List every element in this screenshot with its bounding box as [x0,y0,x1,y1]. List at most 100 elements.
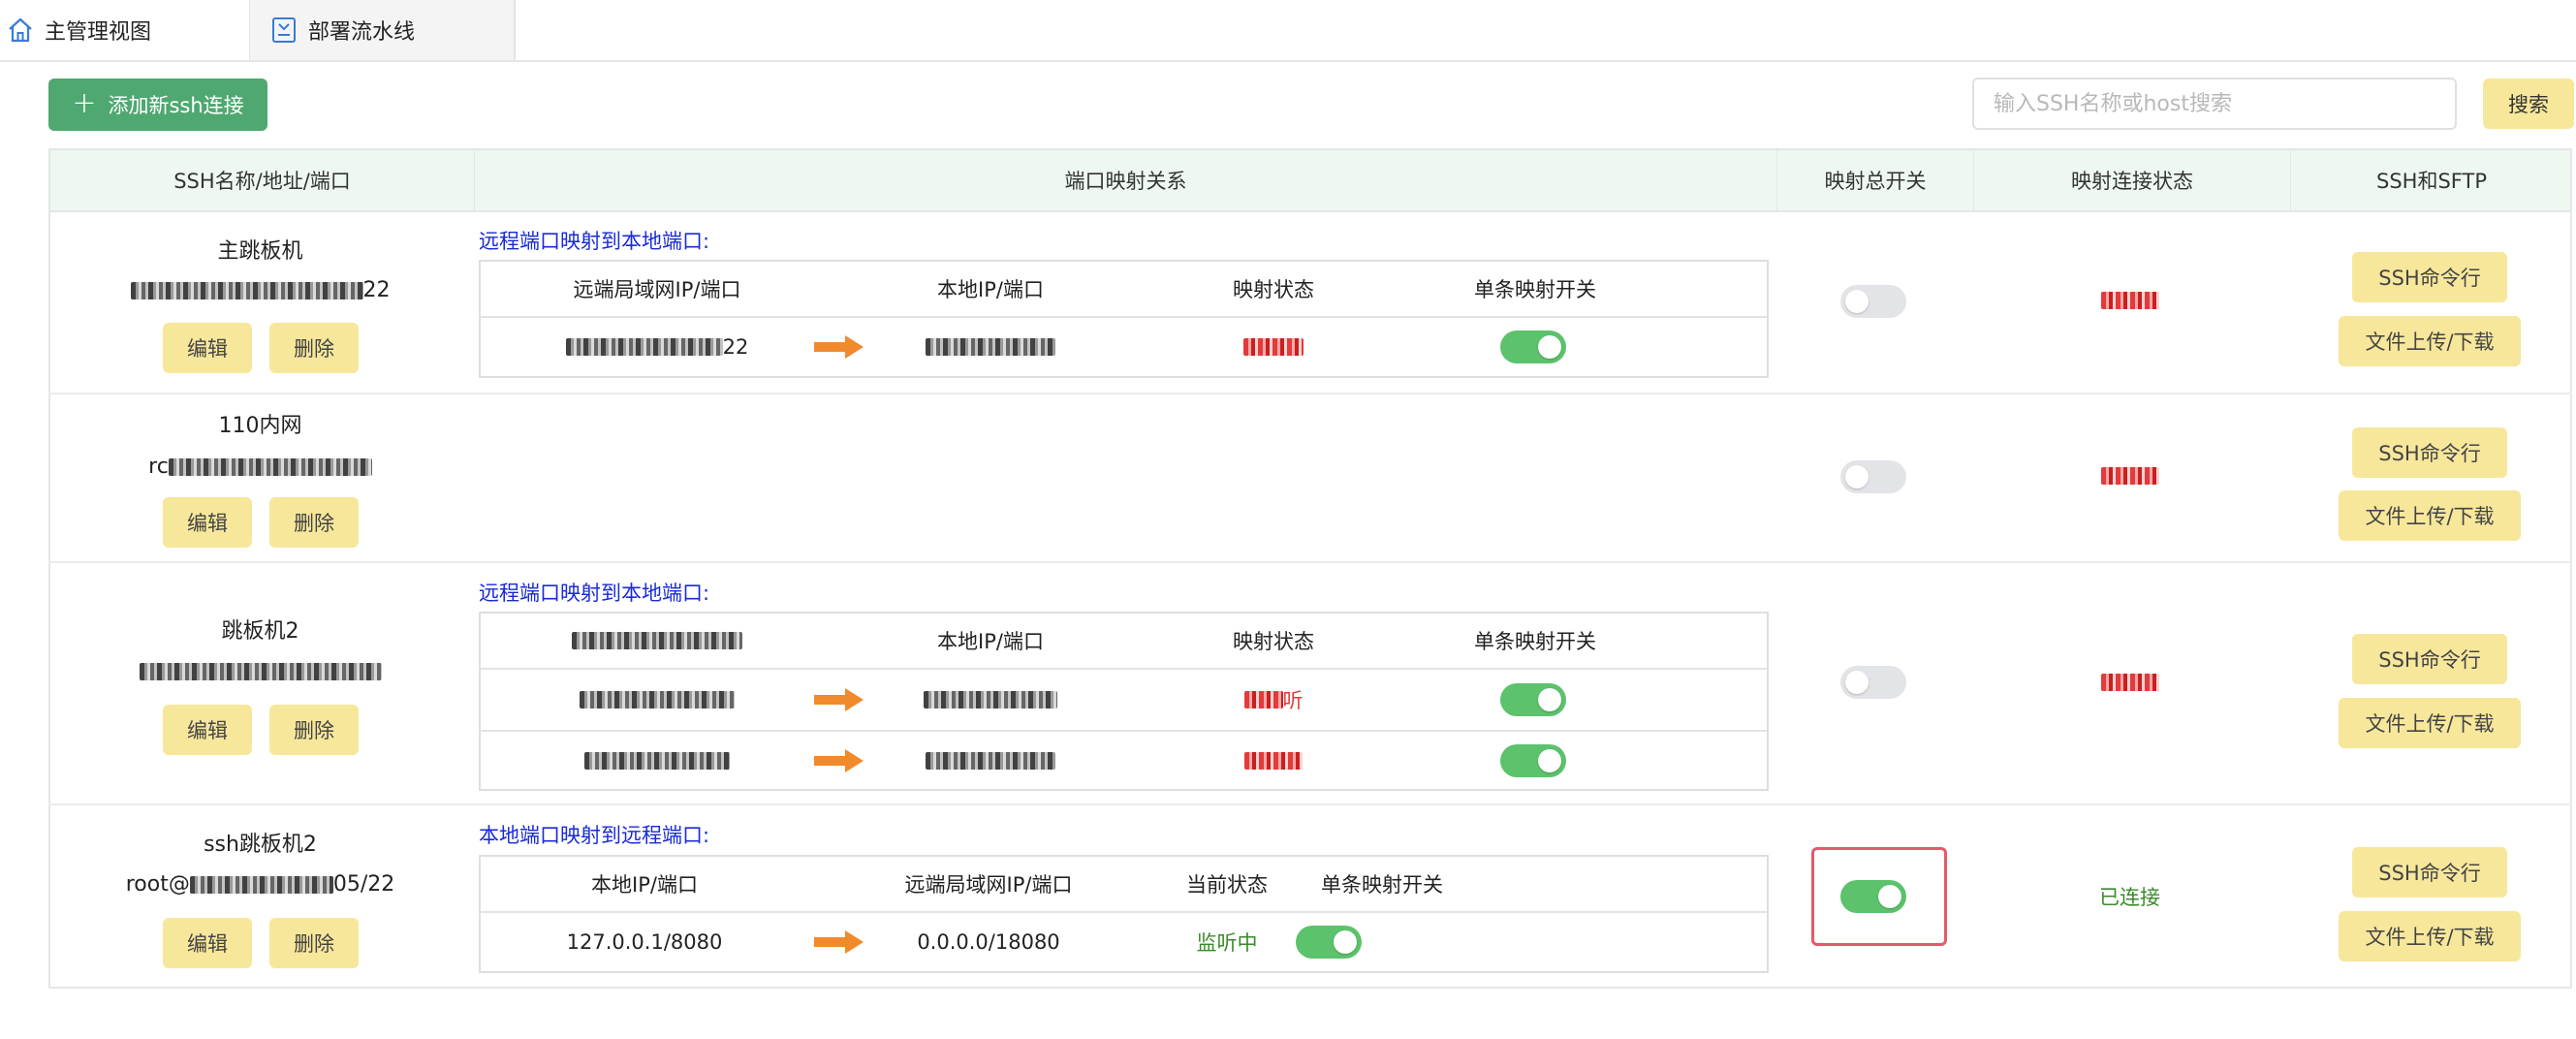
mapping-toggle[interactable] [1500,744,1566,777]
header-master-switch: 映射总开关 [1776,150,1973,210]
mapping-table: 本地IP/端口 远端局域网IP/端口 当前状态 单条映射开关 127.0.0.1… [479,855,1769,973]
mapping-status [1147,318,1399,376]
redacted-connection-status [2100,467,2159,485]
mapping-remote [481,732,833,789]
edit-button[interactable]: 编辑 [163,323,252,373]
mapping-local [833,732,1147,789]
edit-button[interactable]: 编辑 [163,918,252,968]
mapping-title: 远程端口映射到本地端口: [479,230,710,253]
mapping-table: 远端局域网IP/端口 本地IP/端口 映射状态 单条映射开关 22 [479,260,1769,378]
redacted-local [926,751,1055,770]
mapping-toggle[interactable] [1500,331,1566,363]
mapping-status: 监听中 [1196,931,1258,955]
plus-icon: + [72,85,97,120]
mapping-col-switch: 单条映射开关 [1474,630,1596,653]
file-transfer-button[interactable]: 文件上传/下载 [2339,911,2521,961]
mapping-remote: 0.0.0.0/18080 [917,930,1060,954]
master-switch-toggle[interactable] [1840,460,1906,493]
file-transfer-button[interactable]: 文件上传/下载 [2339,316,2521,366]
mapping-local [833,318,1147,376]
tab-deploy-pipeline[interactable]: 部署流水线 [250,0,516,60]
ssh-terminal-button[interactable]: SSH命令行 [2352,847,2507,897]
search-button[interactable]: 搜索 [2483,79,2574,129]
table-header: SSH名称/地址/端口 端口映射关系 映射总开关 映射连接状态 SSH和SFTP [50,150,2570,212]
delete-button[interactable]: 删除 [269,705,359,755]
connection-status [1971,288,2288,311]
ssh-address: rc [48,455,472,479]
redacted-remote [580,691,735,708]
connection-status [1971,670,2288,693]
mapping-toggle[interactable] [1500,683,1566,716]
ssh-name: 110内网 [218,414,302,438]
mapping-status [1147,732,1399,789]
tab-deploy-pipeline-label: 部署流水线 [308,20,416,45]
file-transfer-button[interactable]: 文件上传/下载 [2339,698,2521,748]
redacted-status [1243,691,1283,708]
delete-button[interactable]: 删除 [269,918,359,968]
home-icon [6,16,35,45]
mapping-row [481,730,1767,789]
mapping-status: 听 [1147,670,1399,730]
header-connection-status: 映射连接状态 [1973,150,2290,210]
ssh-terminal-button[interactable]: SSH命令行 [2352,427,2507,478]
ssh-address: 22 [48,278,472,302]
mapping-header: 远端局域网IP/端口 本地IP/端口 映射状态 单条映射开关 [481,262,1767,318]
connection-status: 已连接 [2099,886,2160,909]
connection-status [1971,463,2288,487]
tab-main-view[interactable]: 主管理视图 [0,0,250,60]
mapping-col-remote [481,614,833,668]
redacted-remote [565,338,723,356]
ssh-address [48,659,472,683]
redacted-address [139,663,382,680]
delete-button[interactable]: 删除 [269,323,359,373]
pipeline-icon [269,16,298,45]
mapping-toggle[interactable] [1296,926,1362,959]
mapping-table: 本地IP/端口 映射状态 单条映射开关 听 [479,612,1769,791]
file-transfer-button[interactable]: 文件上传/下载 [2339,490,2521,541]
ssh-name: 主跳板机 [217,239,303,264]
redacted-address [130,282,363,299]
mapping-local [833,670,1147,730]
master-switch-toggle[interactable] [1840,285,1906,318]
mapping-remote: 22 [481,318,833,376]
mapping-col-local: 本地IP/端口 [591,873,698,897]
mapping-title: 本地端口映射到远程端口: [479,824,710,847]
mapping-header: 本地IP/端口 映射状态 单条映射开关 [481,614,1767,670]
mapping-col-status: 当前状态 [1186,873,1268,897]
redacted-address [168,458,372,476]
mapping-col-remote: 远端局域网IP/端口 [573,278,741,301]
edit-button[interactable]: 编辑 [163,497,252,548]
mapping-header: 本地IP/端口 远端局域网IP/端口 当前状态 单条映射开关 [481,857,1767,913]
tab-main-view-label: 主管理视图 [45,20,152,45]
redacted-remote [584,751,730,770]
mapping-col-local: 本地IP/端口 [937,630,1044,653]
ssh-name: ssh跳板机2 [204,833,317,857]
add-ssh-button[interactable]: + 添加新ssh连接 [48,79,267,131]
redacted-status [1244,751,1303,770]
mapping-title: 远程端口映射到本地端口: [479,582,710,605]
delete-button[interactable]: 删除 [269,497,359,548]
ssh-terminal-button[interactable]: SSH命令行 [2352,252,2507,302]
redacted-local [926,338,1055,356]
mapping-col-switch: 单条映射开关 [1474,278,1596,301]
master-switch-toggle[interactable] [1840,666,1906,699]
mapping-remote [481,670,833,730]
ssh-terminal-button[interactable]: SSH命令行 [2352,634,2507,684]
redacted-header [572,632,742,649]
header-port-mapping: 端口映射关系 [474,150,1776,210]
redacted-address [189,876,333,894]
mapping-col-local: 本地IP/端口 [937,278,1044,301]
mapping-col-status: 映射状态 [1233,630,1314,653]
tab-bar: 主管理视图 部署流水线 [0,0,2576,62]
mapping-col-switch: 单条映射开关 [1321,873,1443,897]
ssh-name: 跳板机2 [221,619,299,644]
mapping-row: 127.0.0.1/8080 0.0.0.0/18080 监听中 [481,913,1767,971]
redacted-status [1243,338,1304,356]
add-ssh-label: 添加新ssh连接 [108,94,244,117]
search-input[interactable] [1972,78,2457,130]
master-switch-toggle[interactable] [1840,880,1906,913]
edit-button[interactable]: 编辑 [163,705,252,755]
mapping-row: 22 [481,318,1767,376]
mapping-row: 听 [481,670,1767,730]
header-ssh-name: SSH名称/地址/端口 [173,170,351,193]
